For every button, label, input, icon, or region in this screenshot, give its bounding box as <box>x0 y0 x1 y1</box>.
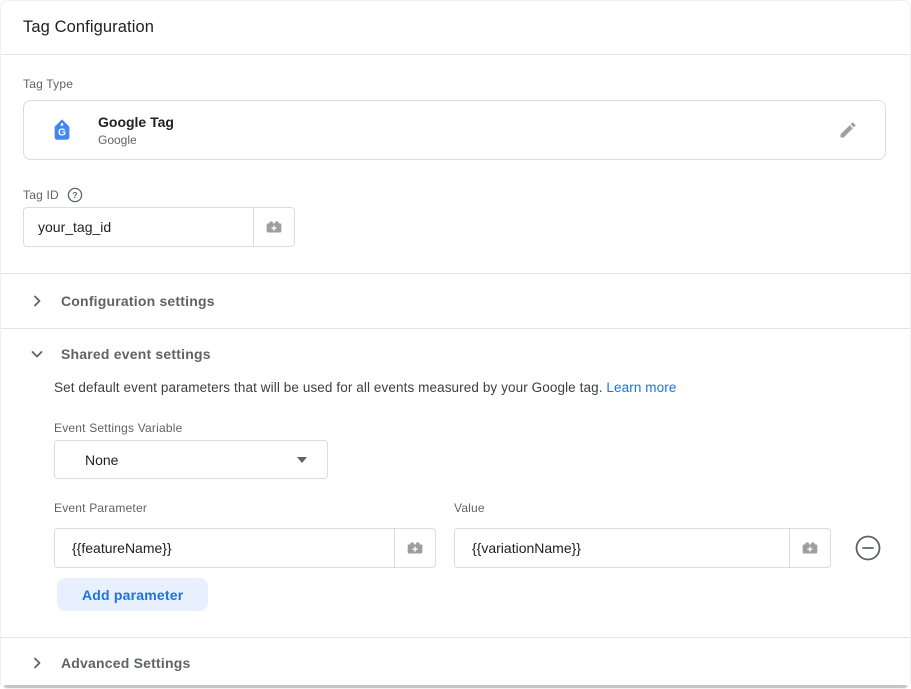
variable-picker-button[interactable] <box>394 528 436 568</box>
variable-picker-button[interactable] <box>789 528 831 568</box>
minus-circle-icon <box>854 534 882 562</box>
description-text: Set default event parameters that will b… <box>54 380 603 395</box>
section-label: Advanced Settings <box>61 655 190 671</box>
learn-more-link[interactable]: Learn more <box>606 380 676 395</box>
svg-text:?: ? <box>72 190 77 200</box>
help-icon[interactable]: ? <box>67 187 83 203</box>
google-tag-icon: G <box>49 117 75 143</box>
value-input[interactable] <box>454 528 790 568</box>
pencil-icon[interactable] <box>838 120 858 140</box>
tag-configuration-panel: Tag Configuration Tag Type G Google Tag … <box>0 0 911 689</box>
add-parameter-button[interactable]: Add parameter <box>57 578 208 611</box>
brick-plus-icon <box>263 216 285 238</box>
tag-type-label: Tag Type <box>23 77 73 91</box>
variable-picker-button[interactable] <box>253 207 295 247</box>
event-parameter-input[interactable] <box>54 528 395 568</box>
section-label: Configuration settings <box>61 293 215 309</box>
section-configuration-settings[interactable]: Configuration settings <box>1 273 910 328</box>
svg-text:G: G <box>58 127 66 138</box>
tag-id-field-group <box>23 207 295 247</box>
select-value: None <box>85 452 118 468</box>
page-title: Tag Configuration <box>23 18 154 37</box>
tag-type-text: Google Tag Google <box>98 114 174 147</box>
chevron-down-icon <box>29 346 45 362</box>
event-settings-variable-label: Event Settings Variable <box>54 421 182 435</box>
shared-event-description: Set default event parameters that will b… <box>54 380 870 395</box>
value-label: Value <box>454 501 485 515</box>
tag-type-vendor: Google <box>98 133 174 147</box>
tag-type-card[interactable]: G Google Tag Google <box>23 100 886 160</box>
event-parameter-field-group <box>54 528 436 568</box>
brick-plus-icon <box>799 537 821 559</box>
tag-id-input[interactable] <box>23 207 254 247</box>
panel-header: Tag Configuration <box>1 1 910 55</box>
panel-bottom-edge <box>4 685 907 688</box>
section-advanced-settings[interactable]: Advanced Settings <box>1 637 910 688</box>
tag-id-label-row: Tag ID ? <box>23 187 83 203</box>
value-field-group <box>454 528 831 568</box>
tag-id-label: Tag ID <box>23 188 59 202</box>
section-shared-event-settings[interactable]: Shared event settings <box>1 328 910 379</box>
event-settings-variable-select[interactable]: None <box>54 440 328 479</box>
event-parameter-label: Event Parameter <box>54 501 147 515</box>
section-label: Shared event settings <box>61 346 211 362</box>
chevron-right-icon <box>29 655 45 671</box>
tag-type-name: Google Tag <box>98 114 174 130</box>
brick-plus-icon <box>404 537 426 559</box>
remove-parameter-button[interactable] <box>854 534 882 562</box>
dropdown-arrow-icon <box>297 457 307 463</box>
chevron-right-icon <box>29 293 45 309</box>
